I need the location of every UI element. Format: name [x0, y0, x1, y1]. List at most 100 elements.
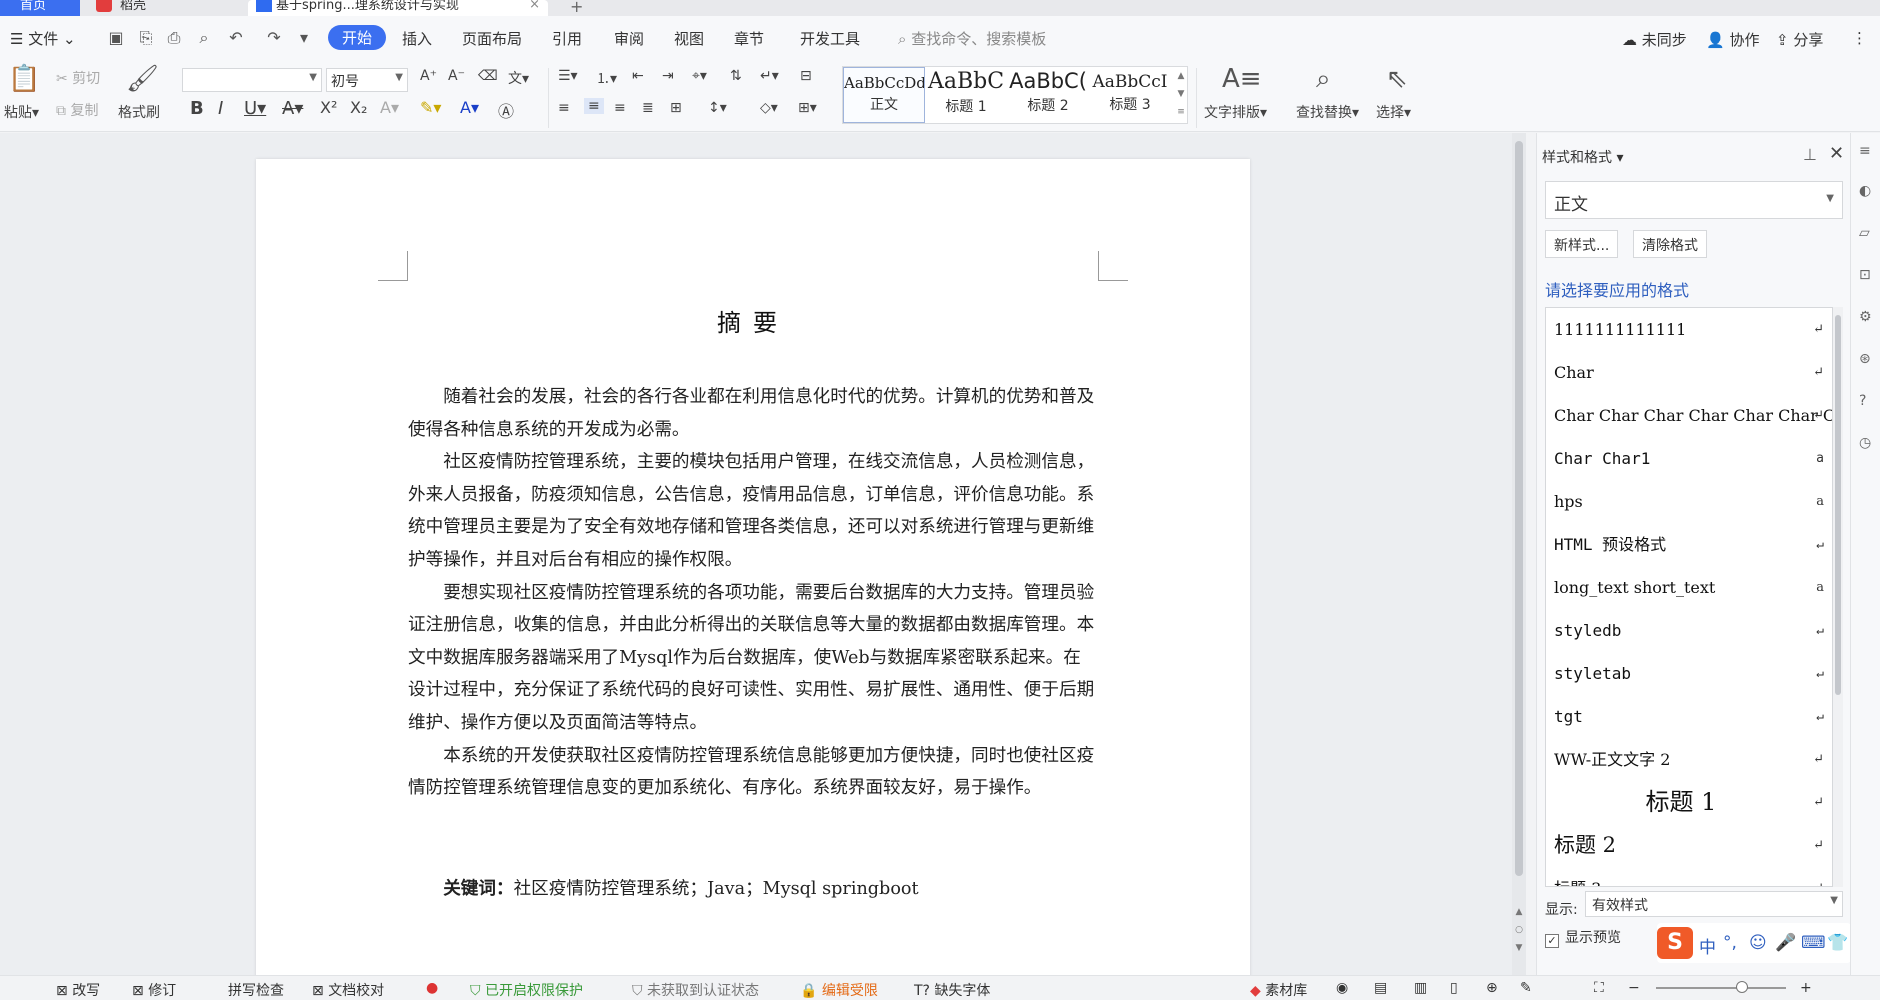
style-list-item[interactable]: Char Char Char Char Char Char Char ↵ — [1546, 394, 1832, 437]
grow-font-icon[interactable]: A⁺ — [420, 68, 437, 84]
zoom-out-icon[interactable]: − — [1628, 980, 1640, 996]
scrollbar-thumb[interactable] — [1835, 315, 1841, 695]
underline-icon[interactable]: U▾ — [244, 98, 266, 119]
material-library-button[interactable]: ◆ 素材库 — [1250, 980, 1307, 1000]
chinese-layout-icon[interactable]: ⌖▾ — [692, 68, 707, 84]
style-list-scrollbar[interactable] — [1833, 307, 1843, 887]
web-view-icon[interactable]: ⊕ — [1486, 980, 1498, 996]
paragraph[interactable]: 要想实现社区疫情防控管理系统的各项功能，需要后台数据库的大力支持。管理员验证注册… — [408, 577, 1098, 740]
text-effect-icon[interactable]: A▾ — [380, 98, 399, 117]
align-right-icon[interactable]: ≡ — [614, 100, 626, 116]
style-list-item[interactable]: Char ↵ — [1546, 351, 1832, 394]
rail-style-icon[interactable]: ◐ — [1859, 183, 1875, 199]
ime-voice-icon[interactable]: 🎤 — [1775, 933, 1796, 953]
tab-chapter[interactable]: 章节 — [734, 28, 764, 49]
cert-status[interactable]: ⛉ 未获取到认证状态 — [632, 980, 759, 1000]
select-browse-object-icon[interactable]: ○ — [1512, 925, 1526, 935]
record-macro-icon[interactable]: ● — [426, 980, 438, 996]
strikethrough-icon[interactable]: A▾ — [282, 98, 303, 119]
table-lines-icon[interactable]: ⊟ — [800, 68, 812, 84]
home-tab[interactable]: 首页 — [0, 0, 80, 16]
rail-settings-icon[interactable]: ⚙ — [1859, 309, 1875, 325]
abstract-body[interactable]: 随着社会的发展，社会的各行各业都在利用信息化时代的优势。计算机的优势和普及使得各… — [408, 381, 1098, 805]
subscript-icon[interactable]: X₂ — [350, 98, 367, 117]
revise-toggle[interactable]: ⊠ 修订 — [132, 980, 176, 1000]
sync-status-button[interactable]: ☁ 未同步 — [1622, 29, 1687, 50]
document-area[interactable]: 摘要 随着社会的发展，社会的各行各业都在利用信息化时代的优势。计算机的优势和普及… — [0, 133, 1512, 975]
permission-status[interactable]: ⛉ 已开启权限保护 — [470, 980, 583, 1000]
undo-icon[interactable]: ↶ — [226, 28, 246, 48]
copy-button[interactable]: ⧉ 复制 — [56, 100, 98, 120]
style-heading-1[interactable]: AaBbC 标题 1 — [925, 67, 1007, 123]
select-button[interactable]: 选择▾ — [1376, 102, 1411, 122]
print-icon[interactable]: ⎙ — [164, 28, 184, 48]
find-replace-button[interactable]: 查找替换▾ — [1296, 102, 1359, 122]
pane-title[interactable]: 样式和格式 ▾ — [1542, 147, 1623, 167]
proofread-button[interactable]: ⊠ 文档校对 — [312, 980, 384, 1000]
checkbox-checked-icon[interactable]: ✓ — [1545, 934, 1559, 948]
command-search[interactable]: ⌕ 查找命令、搜索模板 — [898, 28, 1046, 49]
missing-font-button[interactable]: T? 缺失字体 — [914, 980, 990, 1000]
zoom-slider[interactable] — [1656, 987, 1786, 989]
export-pdf-icon[interactable]: ⎘ — [136, 28, 156, 48]
bold-icon[interactable]: B — [190, 98, 204, 119]
show-marks-icon[interactable]: ↵▾ — [760, 68, 779, 84]
keywords-line[interactable]: 关键词：社区疫情防控管理系统；Java；Mysql springboot — [408, 873, 1098, 905]
zoom-in-icon[interactable]: + — [1800, 980, 1812, 996]
scrollbar-thumb[interactable] — [1515, 141, 1523, 876]
distributed-icon[interactable]: ⊞ — [670, 100, 682, 116]
select-cursor-icon[interactable]: ⇖ — [1386, 64, 1408, 94]
expand-gallery-icon[interactable]: ≡ — [1175, 103, 1187, 121]
rail-bookmark-icon[interactable]: ⊡ — [1859, 267, 1875, 283]
style-normal[interactable]: AaBbCcDd 正文 — [843, 67, 925, 123]
style-list-item[interactable]: styledb ↵ — [1546, 609, 1832, 652]
tab-page-layout[interactable]: 页面布局 — [462, 28, 522, 49]
previous-page-icon[interactable]: ▲ — [1512, 907, 1526, 917]
highlight-icon[interactable]: ✎▾ — [420, 98, 441, 117]
cut-button[interactable]: ✂ 剪切 — [56, 68, 100, 88]
clear-format-button[interactable]: 清除格式 — [1633, 230, 1707, 258]
new-style-button[interactable]: 新样式... — [1545, 230, 1619, 258]
borders-icon[interactable]: ⊞▾ — [798, 100, 817, 116]
style-heading-3[interactable]: AaBbCcI 标题 3 — [1089, 67, 1171, 123]
font-color-icon[interactable]: A▾ — [460, 98, 479, 117]
format-painter-button[interactable]: 格式刷 — [118, 102, 160, 122]
more-options-icon[interactable]: ⋮ — [1852, 29, 1867, 47]
sort-icon[interactable]: ⇅ — [730, 68, 742, 84]
fit-page-icon[interactable]: ⛶ — [1594, 980, 1604, 996]
close-icon[interactable]: ✕ — [1829, 143, 1844, 164]
chevron-down-icon[interactable]: ▼ — [1175, 85, 1187, 103]
increase-indent-icon[interactable]: ⇥ — [662, 68, 674, 84]
sogou-logo-icon[interactable]: S — [1657, 927, 1693, 959]
shrink-font-icon[interactable]: A⁻ — [448, 68, 465, 84]
tab-home[interactable]: 开始 — [328, 25, 387, 50]
text-layout-button[interactable]: 文字排版▾ — [1204, 102, 1267, 122]
tab-references[interactable]: 引用 — [552, 28, 582, 49]
share-button[interactable]: ⇪ 分享 — [1776, 29, 1823, 50]
rail-format-icon[interactable]: ▱ — [1859, 225, 1875, 241]
tab-view[interactable]: 视图 — [674, 28, 704, 49]
italic-icon[interactable]: I — [218, 98, 223, 119]
justify-icon[interactable]: ≣ — [642, 100, 654, 116]
find-replace-icon[interactable]: ⌕ — [1316, 64, 1331, 95]
next-page-icon[interactable]: ▼ — [1512, 943, 1526, 953]
outline-view-icon[interactable]: ▥ — [1414, 980, 1427, 996]
style-list-item[interactable]: Char Char1 a — [1546, 437, 1832, 480]
rail-history-icon[interactable]: ◷ — [1859, 435, 1875, 451]
paragraph[interactable]: 随着社会的发展，社会的各行各业都在利用信息化时代的优势。计算机的优势和普及使得各… — [408, 381, 1098, 446]
paragraph[interactable]: 本系统的开发使获取社区疫情防控管理系统信息能够更加方便快捷，同时也使社区疫情防控… — [408, 740, 1098, 805]
paragraph[interactable]: 社区疫情防控管理系统，主要的模块包括用户管理，在线交流信息，人员检测信息，外来人… — [408, 446, 1098, 576]
style-list-item[interactable]: HTML 预设格式 ↵ — [1546, 523, 1832, 566]
style-heading-2[interactable]: AaBbC( 标题 2 — [1007, 67, 1089, 123]
style-list-item[interactable]: tgt ↵ — [1546, 695, 1832, 738]
style-list-item[interactable]: long_text short_text a — [1546, 566, 1832, 609]
save-icon[interactable]: ▣ — [106, 28, 126, 48]
spell-check-button[interactable]: 拼写检查 — [228, 980, 284, 1000]
shading-icon[interactable]: ◇▾ — [760, 100, 778, 116]
style-list-item[interactable]: styletab ↵ — [1546, 652, 1832, 695]
align-center-icon[interactable]: ≡ — [584, 98, 604, 114]
bullet-list-icon[interactable]: ☰▾ — [558, 68, 578, 84]
style-list-item[interactable]: 标题 1 ↵ — [1546, 781, 1832, 824]
style-list-item[interactable]: WW-正文文字 2 ↵ — [1546, 738, 1832, 781]
clear-format-icon[interactable]: ⌫ — [478, 68, 498, 84]
